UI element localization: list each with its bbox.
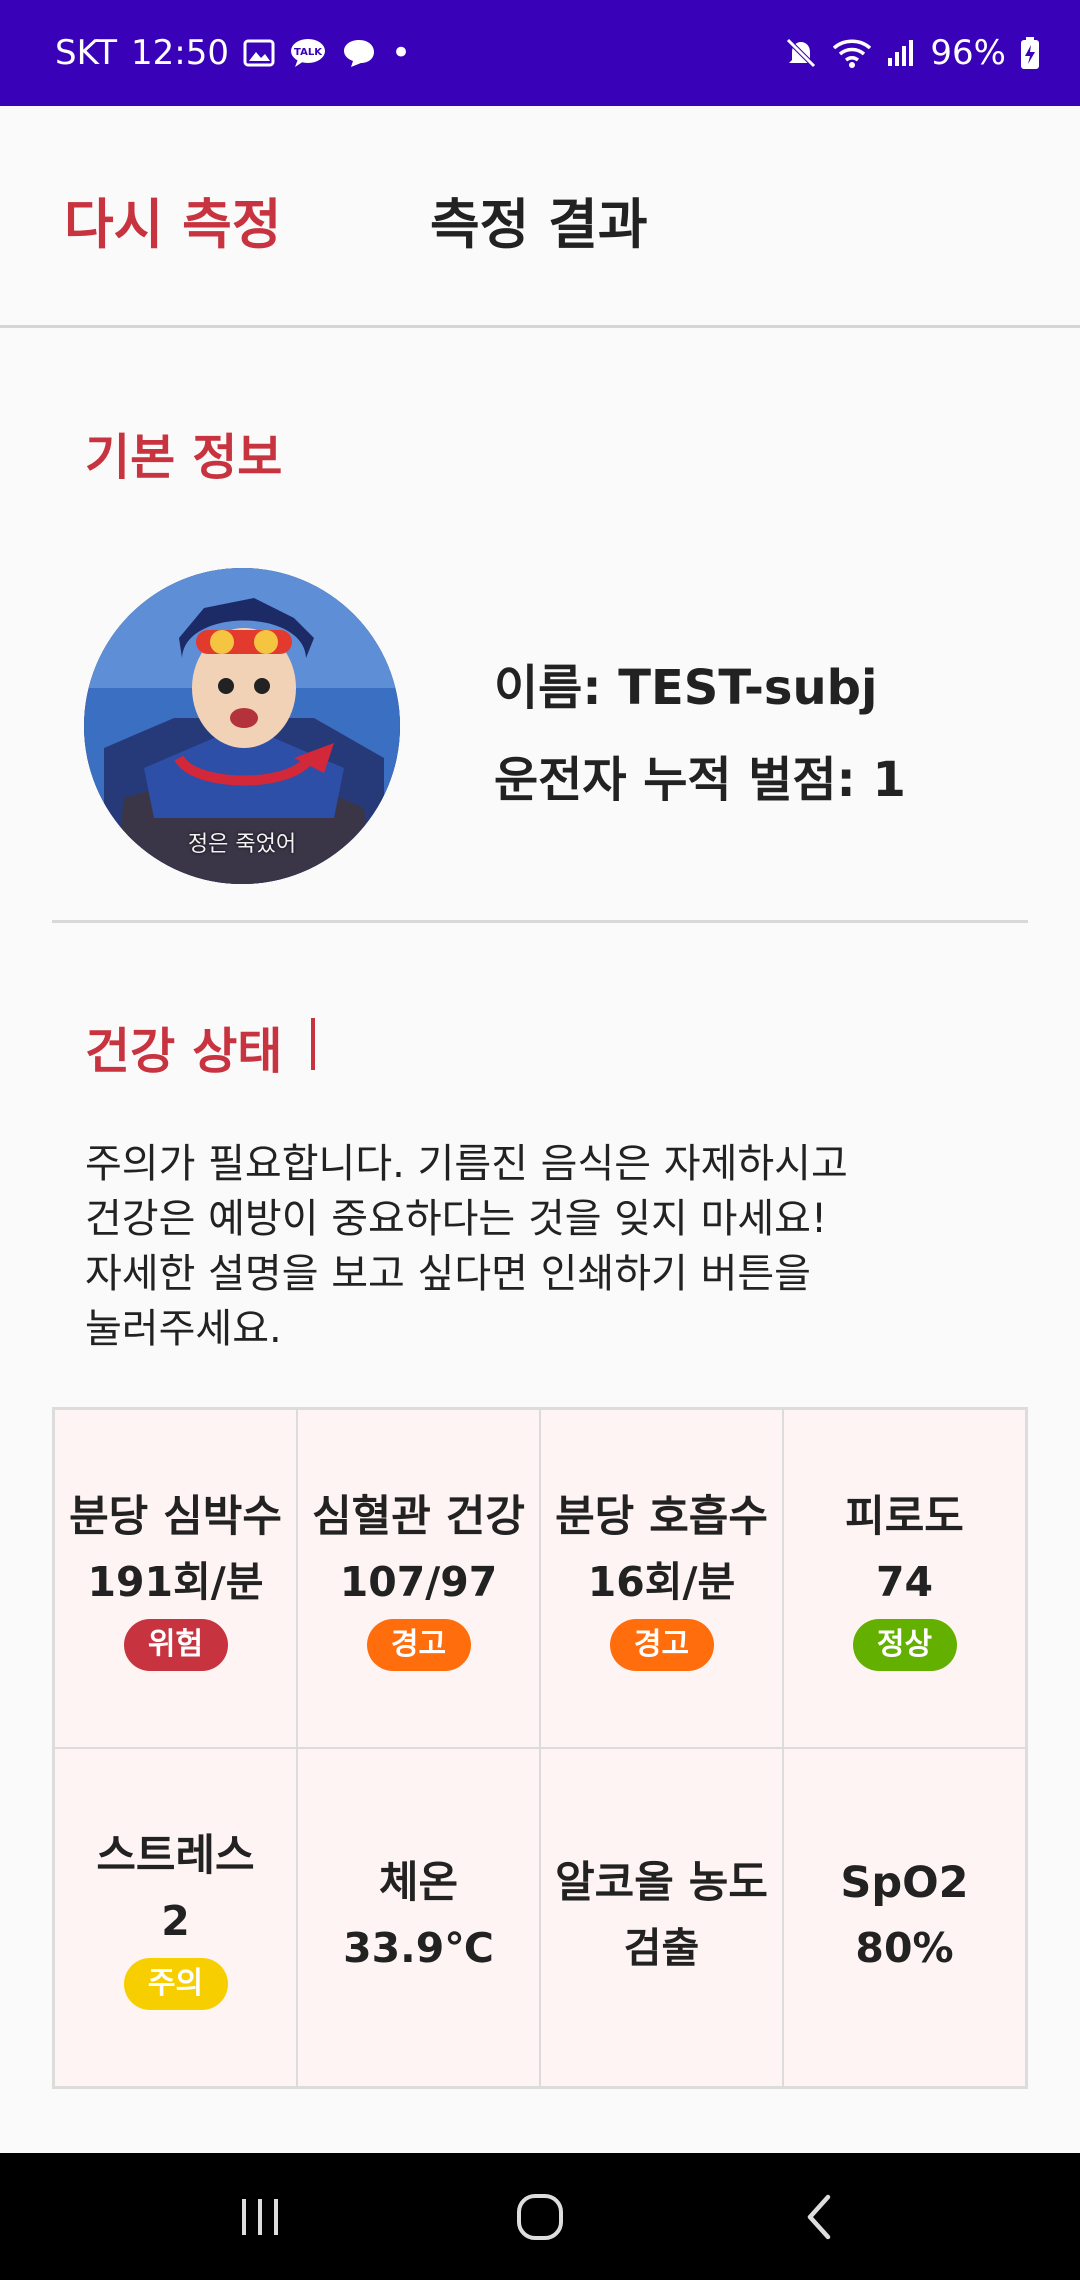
status-badge: 경고: [366, 1618, 471, 1671]
home-button[interactable]: [490, 2177, 590, 2257]
mute-icon: [784, 36, 818, 70]
status-bar: SKT 12:50 TALK • 96%: [0, 0, 1080, 106]
notification-dot: •: [391, 33, 412, 73]
carrier-label: SKT: [55, 33, 118, 73]
health-metrics-grid: 분당 심박수 191회/분 위험 심혈관 건강 107/97 경고 분당 호흡수…: [52, 1407, 1028, 2089]
health-description: 주의가 필요합니다. 기름진 음식은 자제하시고 건강은 예방이 중요하다는 것…: [85, 1137, 985, 1357]
battery-percent: 96%: [930, 33, 1006, 73]
driver-penalty-points: 운전자 누적 벌점: 1: [494, 752, 906, 808]
metric-heart-rate: 분당 심박수 191회/분 위험: [54, 1409, 297, 1748]
description-line: 눌러주세요.: [85, 1306, 282, 1352]
metric-value: 191회/분: [87, 1557, 264, 1606]
metric-value: 74: [875, 1557, 934, 1606]
metric-value: 33.9℃: [343, 1923, 494, 1972]
metric-value: 107/97: [339, 1557, 498, 1606]
metric-label: 분당 호흡수: [555, 1491, 768, 1542]
gallery-icon: [243, 38, 275, 68]
metric-value: 2: [161, 1896, 190, 1945]
status-badge: 위험: [123, 1618, 228, 1671]
metric-label: 스트레스: [96, 1830, 255, 1881]
back-button[interactable]: [770, 2177, 870, 2257]
chat-bubble-icon: [341, 37, 377, 69]
metric-value: 80%: [855, 1923, 954, 1972]
description-line: 자세한 설명을 보고 싶다면 인쇄하기 버튼을: [85, 1251, 811, 1297]
health-status-title: 건강 상태: [85, 1023, 283, 1080]
signal-icon: [886, 38, 916, 68]
driver-name: 이름: TEST-subj: [494, 660, 878, 716]
status-badge: 정상: [852, 1618, 957, 1671]
recent-apps-icon: [242, 2198, 278, 2235]
metric-fatigue: 피로도 74 정상: [783, 1409, 1026, 1748]
metric-value: 검출: [623, 1923, 700, 1972]
clock: 12:50: [131, 33, 229, 73]
metric-label: 체온: [378, 1857, 459, 1908]
wifi-icon: [832, 37, 872, 69]
metric-spo2: SpO2 80%: [783, 1748, 1026, 2087]
metric-body-temperature: 체온 33.9℃: [297, 1748, 540, 2087]
metric-label: SpO2: [840, 1857, 969, 1908]
metric-value: 16회/분: [587, 1557, 736, 1606]
description-line: 건강은 예방이 중요하다는 것을 잊지 마세요!: [85, 1196, 828, 1242]
status-bar-left: SKT 12:50 TALK •: [55, 33, 411, 73]
avatar-caption: 정은 죽었어: [187, 832, 297, 857]
svg-text:TALK: TALK: [294, 47, 323, 58]
system-nav-bar: [0, 2153, 1080, 2280]
section-divider: [52, 920, 1028, 923]
metric-label: 피로도: [845, 1491, 964, 1542]
basic-info-title: 기본 정보: [85, 429, 283, 486]
metric-respiration-rate: 분당 호흡수 16회/분 경고: [540, 1409, 783, 1748]
status-badge: 경고: [609, 1618, 714, 1671]
status-badge: 주의: [123, 1957, 228, 2010]
metric-label: 심혈관 건강: [312, 1491, 525, 1542]
status-bar-right: 96%: [784, 33, 1040, 73]
description-line: 주의가 필요합니다. 기름진 음식은 자제하시고: [85, 1141, 848, 1187]
metric-alcohol-level: 알코올 농도 검출: [540, 1748, 783, 2087]
battery-charging-icon: [1020, 36, 1040, 70]
metric-label: 알코올 농도: [555, 1857, 768, 1908]
metric-stress: 스트레스 2 주의: [54, 1748, 297, 2087]
home-icon: [517, 2193, 563, 2240]
recent-apps-button[interactable]: [210, 2177, 310, 2257]
page-title: 측정 결과: [430, 193, 648, 256]
metric-label: 분당 심박수: [69, 1491, 282, 1542]
app-header: 다시 측정 측정 결과: [0, 106, 1080, 328]
metric-cardiovascular: 심혈관 건강 107/97 경고: [297, 1409, 540, 1748]
title-accent-bar: [311, 1018, 315, 1070]
back-icon: [807, 2194, 831, 2239]
kakaotalk-icon: TALK: [289, 37, 327, 69]
avatar: 정은 죽었어: [84, 568, 400, 884]
retry-measure-button[interactable]: 다시 측정: [64, 180, 282, 259]
